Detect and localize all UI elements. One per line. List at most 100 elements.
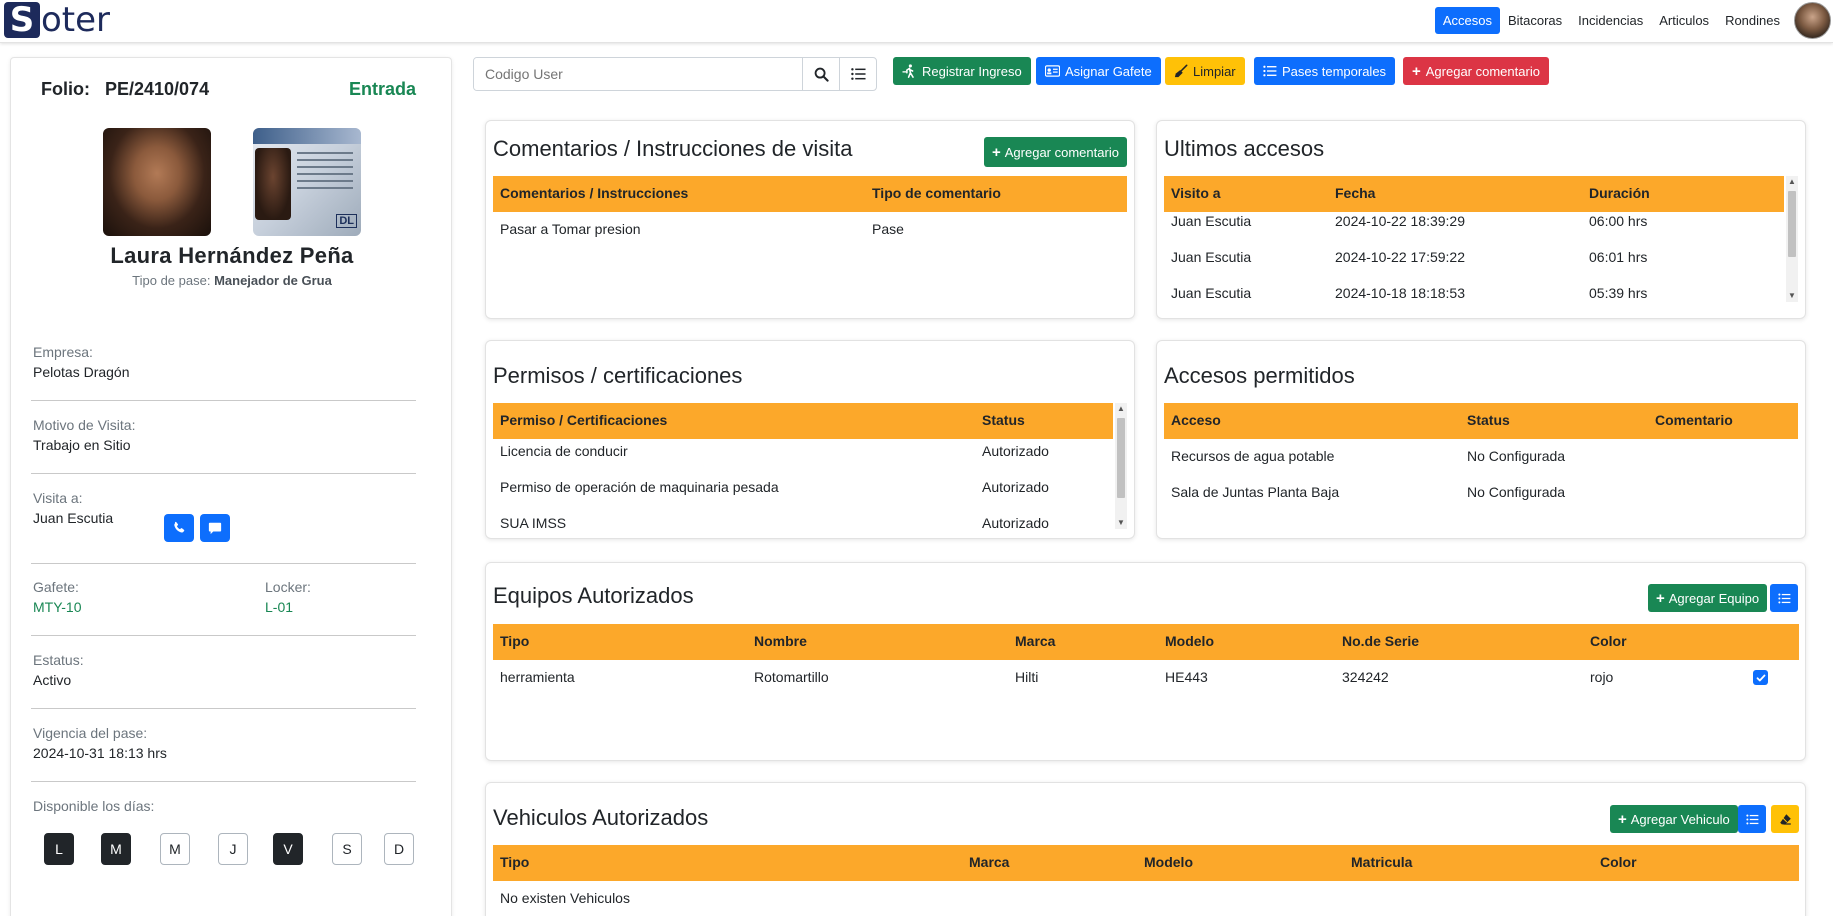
column-header: Modelo [1144,854,1193,870]
table-cell: Autorizado [982,515,1049,531]
column-header: Comentario [1655,412,1733,428]
id-card-icon [1045,65,1060,77]
visita-label: Visita a: [33,490,83,506]
asignar-gafete-button[interactable]: Asignar Gafete [1036,57,1161,85]
empresa-value: Pelotas Dragón [33,364,130,380]
day-button[interactable]: M [101,833,131,865]
column-header: Modelo [1165,633,1214,649]
vehiculos-list-button[interactable] [1738,805,1766,833]
table-cell: HE443 [1165,669,1208,685]
phone-icon [174,521,185,533]
day-button[interactable]: M [160,833,190,865]
permisos-scrollbar[interactable]: ▲ ▼ [1115,403,1127,529]
estatus-value: Activo [33,672,72,688]
agregar-comentario-button[interactable]: + Agregar comentario [984,137,1127,167]
plus-icon: + [1618,810,1627,828]
table-cell: No Configurada [1467,448,1566,464]
agregar-equipo-button[interactable]: + Agregar Equipo [1648,584,1768,612]
divider [31,473,416,474]
nav-incidencias[interactable]: Incidencias [1570,7,1651,34]
call-button[interactable] [164,514,194,542]
user-avatar[interactable] [1794,2,1831,39]
vigencia-value: 2024-10-31 18:13 hrs [33,745,167,761]
eraser-icon [1779,813,1791,825]
table-cell: Licencia de conducir [500,443,628,459]
accesos-header-row: Acceso Status Comentario [1164,403,1798,439]
brand-logo[interactable]: S oter [4,2,110,38]
day-button[interactable]: S [332,833,362,865]
nav-articulos[interactable]: Articulos [1651,7,1717,34]
day-button[interactable]: L [44,833,74,865]
plus-icon: + [992,143,1001,161]
ultimos-accesos-title: Ultimos accesos [1164,136,1325,161]
vehiculos-clear-button[interactable] [1771,805,1799,833]
nav-accesos[interactable]: Accesos [1434,7,1500,34]
column-header: Status [982,412,1025,428]
estatus-field: Estatus: Activo [33,652,84,688]
empresa-field: Empresa: Pelotas Dragón [33,344,130,380]
table-cell: No Configurada [1467,484,1566,500]
table-cell: Recursos de agua potable [1171,448,1335,464]
day-button[interactable]: D [384,833,414,865]
divider [31,708,416,709]
column-header: Tipo [500,854,530,870]
ultimos-scrollbar[interactable]: ▲ ▼ [1786,176,1798,302]
search-icon [814,67,829,82]
pases-temporales-button[interactable]: Pases temporales [1254,57,1396,85]
table-cell: Pase [872,221,904,237]
pass-type: Tipo de pase: Manejador de Grua [11,273,453,288]
permisos-header-row: Permiso / Certificaciones Status [493,403,1113,439]
permisos-card: Permisos / certificaciones Permiso / Cer… [485,340,1135,539]
table-cell: herramienta [500,669,575,685]
nav-rondines[interactable]: Rondines [1717,7,1788,34]
day-button[interactable]: V [273,833,303,865]
agregar-comentario-top-label: Agregar comentario [1425,63,1540,79]
equipo-checkbox[interactable] [1753,670,1768,685]
message-button[interactable] [200,514,230,542]
table-cell: Autorizado [982,479,1049,495]
column-header: Fecha [1335,185,1376,201]
empresa-label: Empresa: [33,344,93,360]
equipos-header-row: Tipo Nombre Marca Modelo No.de Serie Col… [493,624,1799,660]
agregar-comentario-label: Agregar comentario [1004,144,1119,160]
table-cell: rojo [1590,669,1614,685]
logo-text: oter [41,0,111,40]
locker-field: Locker: L-01 [265,579,311,615]
table-cell: Rotomartillo [754,669,829,685]
column-header: Tipo de comentario [872,185,1001,201]
list-icon [1263,65,1277,77]
table-cell: Juan Escutia [1171,249,1252,265]
table-cell: SUA IMSS [500,515,567,531]
search-input[interactable] [474,58,802,90]
movement-status: Entrada [348,79,416,99]
registrar-ingreso-button[interactable]: Registrar Ingreso [893,57,1031,85]
comentarios-title: Comentarios / Instrucciones de visita [493,136,853,161]
search-button[interactable] [802,58,839,90]
table-cell: Autorizado [982,443,1049,459]
table-cell: Sala de Juntas Planta Baja [1171,484,1340,500]
motivo-label: Motivo de Visita: [33,417,136,433]
divider [31,781,416,782]
pass-type-label: Tipo de pase: [132,273,211,288]
limpiar-button[interactable]: Limpiar [1165,57,1245,85]
table-cell: Juan Escutia [1171,285,1252,301]
nav-bitacoras[interactable]: Bitacoras [1500,7,1570,34]
column-header: Comentarios / Instrucciones [500,185,689,201]
table-cell: 05:39 hrs [1589,285,1648,301]
equipos-card: Equipos Autorizados + Agregar Equipo Tip… [485,562,1806,761]
gafete-label: Gafete: [33,579,79,595]
visitor-name: Laura Hernández Peña [110,243,354,268]
list-button[interactable] [839,58,876,90]
pass-type-value: Manejador de Grua [214,273,332,288]
table-cell: 06:01 hrs [1589,249,1648,265]
table-cell: 2024-10-18 18:18:53 [1335,285,1465,301]
agregar-comentario-top-button[interactable]: + Agregar comentario [1403,57,1549,85]
table-cell: 06:00 hrs [1589,213,1648,229]
equipos-list-button[interactable] [1770,584,1798,612]
table-cell: 2024-10-22 17:59:22 [1335,249,1465,265]
list-icon [1745,814,1758,824]
agregar-vehiculo-button[interactable]: + Agregar Vehiculo [1610,805,1738,833]
agregar-vehiculo-label: Agregar Vehiculo [1630,811,1730,827]
person-walking-icon [902,64,914,78]
day-button[interactable]: J [218,833,248,865]
